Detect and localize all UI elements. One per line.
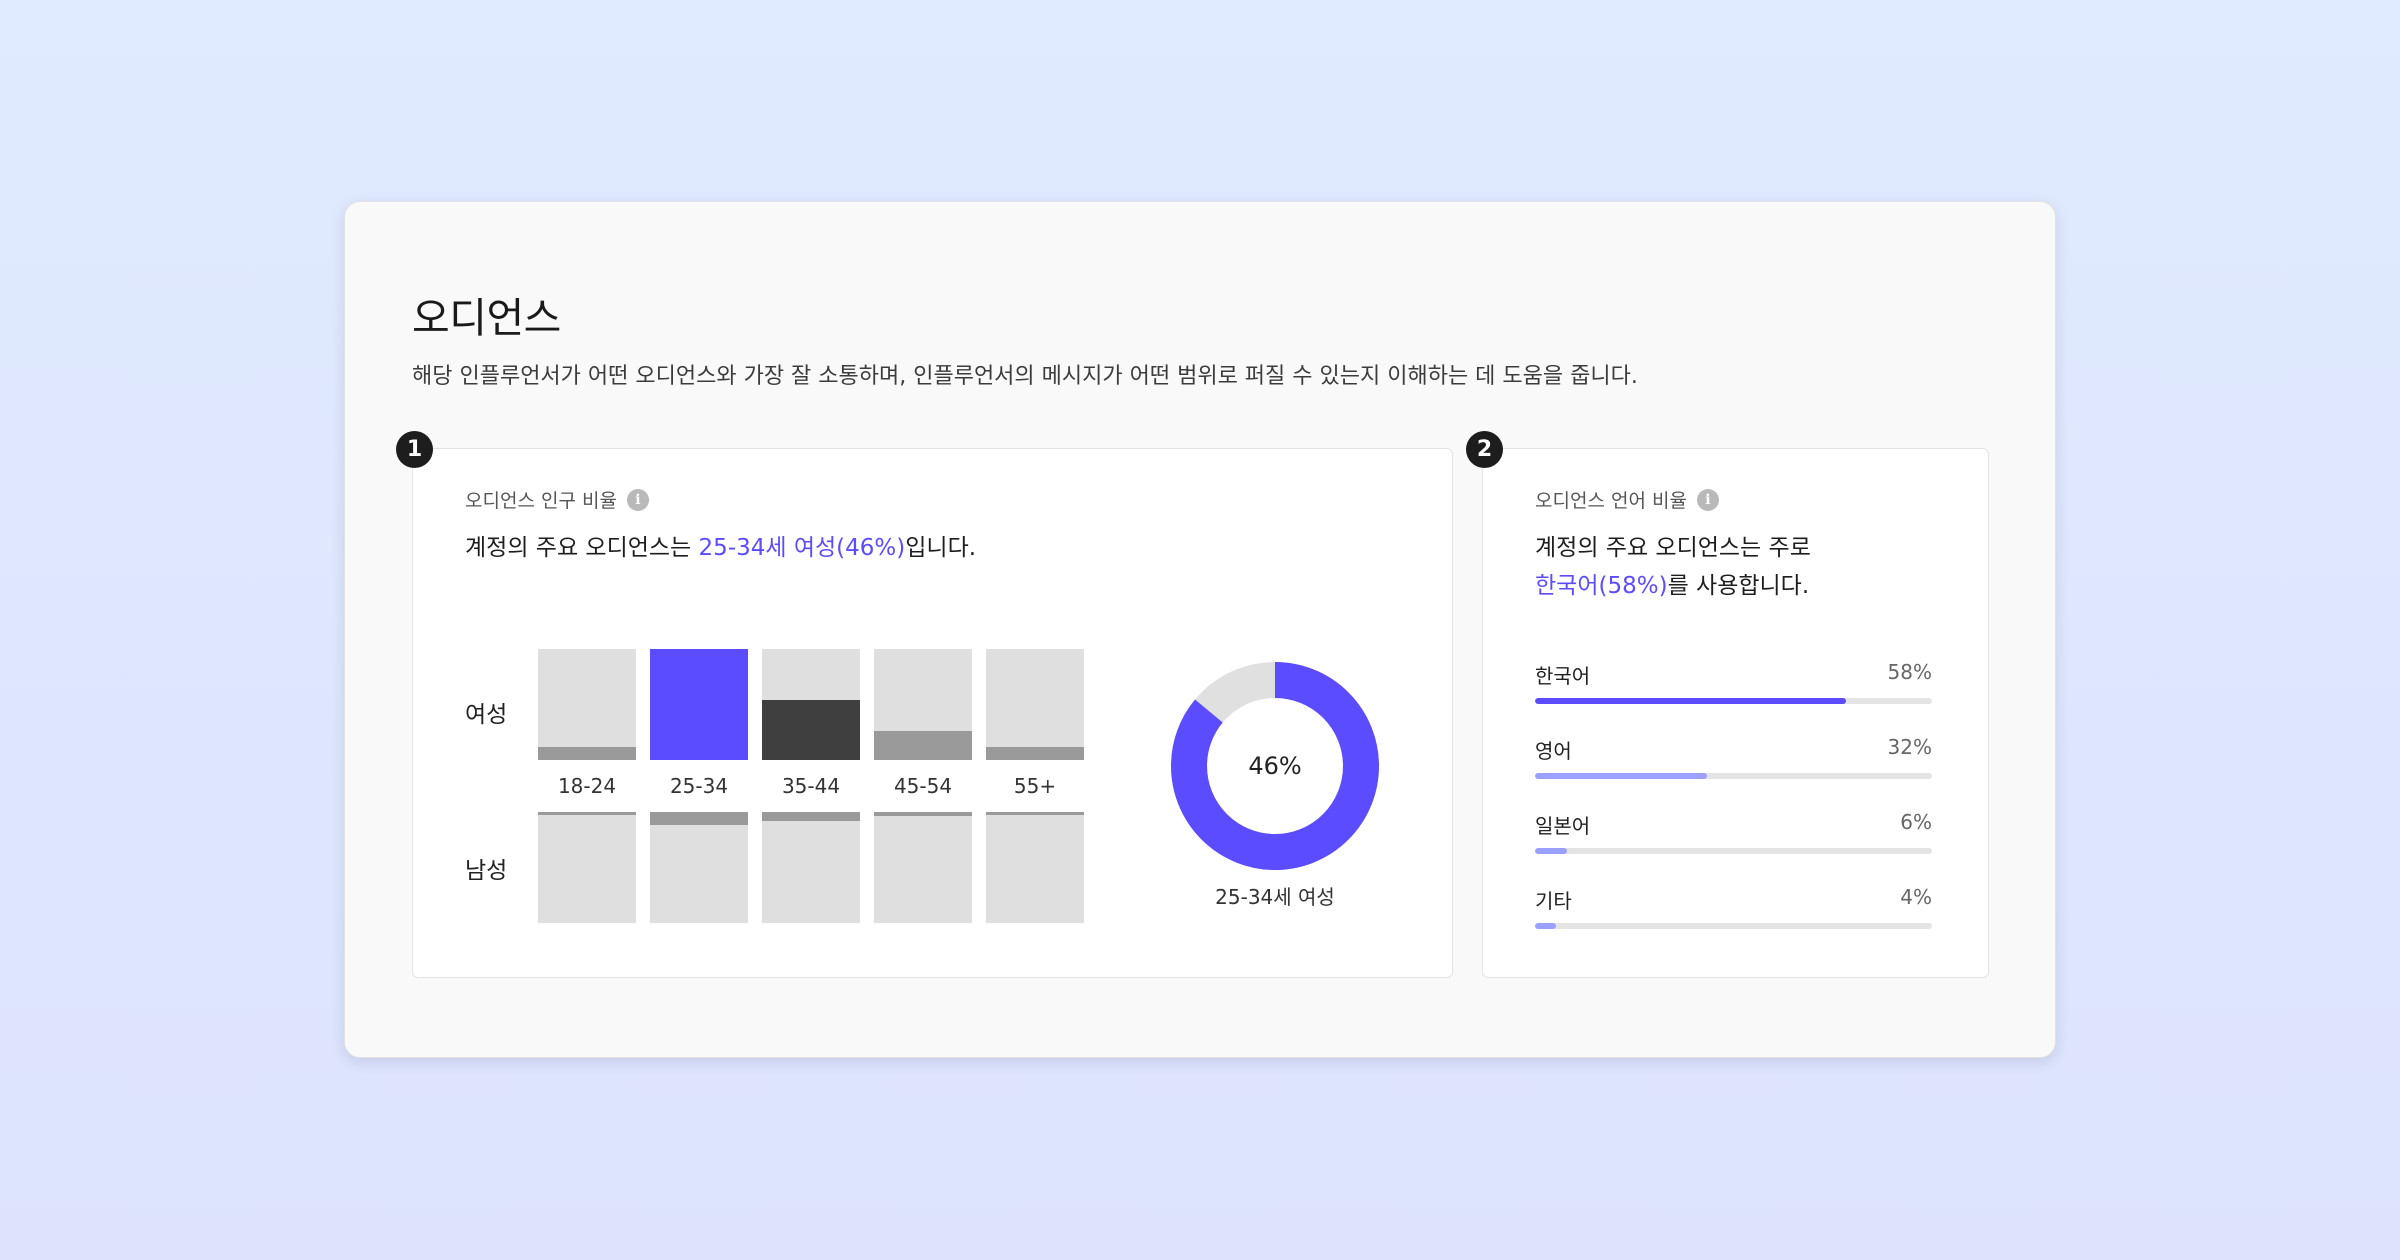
language-row-header: 기타 4% (1535, 885, 1932, 914)
male-bar-45-54[interactable] (874, 812, 972, 923)
donut-value: 46% (1248, 752, 1302, 780)
male-bar-fill (538, 812, 636, 815)
headline-suffix: 입니다. (905, 535, 977, 561)
languages-headline-line1: 계정의 주요 오디언스는 주로 (1535, 535, 1811, 561)
demographics-panel: 오디언스 인구 비율 i 계정의 주요 오디언스는 25-34세 여성(46%)… (412, 448, 1453, 978)
donut-caption: 25-34세 여성 (1215, 885, 1335, 909)
language-row: 한국어 58% (1535, 660, 1932, 704)
language-bar-track (1535, 923, 1932, 929)
language-bar-track (1535, 698, 1932, 704)
female-bar-55+[interactable] (986, 649, 1084, 760)
donut-chart: 46% (1170, 661, 1380, 871)
demographics-label-row: 오디언스 인구 비율 i (465, 486, 649, 513)
language-name: 한국어 (1535, 664, 1591, 688)
age-label: 35-44 (781, 774, 841, 798)
female-bar-fill (986, 747, 1084, 760)
age-label: 18-24 (557, 774, 617, 798)
info-icon[interactable]: i (626, 488, 649, 511)
language-row: 일본어 6% (1535, 810, 1932, 854)
female-bar-fill (650, 649, 748, 760)
female-bar-25-34[interactable] (650, 649, 748, 760)
language-percent: 32% (1887, 735, 1932, 759)
step-badge-2: 2 (1466, 431, 1503, 468)
language-row-header: 영어 32% (1535, 735, 1932, 764)
male-bar-18-24[interactable] (538, 812, 636, 923)
language-bar-track (1535, 848, 1932, 854)
language-bar-fill (1535, 923, 1557, 929)
female-bar-fill (874, 731, 972, 760)
languages-panel: 오디언스 언어 비율 i 계정의 주요 오디언스는 주로 한국어(58%)를 사… (1482, 448, 1989, 978)
female-row-label: 여성 (465, 702, 508, 728)
female-bar-fill (538, 747, 636, 760)
headline-prefix: 계정의 주요 오디언스는 (465, 535, 699, 561)
male-bar-fill (650, 812, 748, 825)
language-percent: 58% (1887, 660, 1932, 684)
language-bar-fill (1535, 698, 1846, 704)
male-bar-35-44[interactable] (762, 812, 860, 923)
language-percent: 4% (1900, 885, 1932, 909)
male-bar-fill (874, 812, 972, 816)
info-icon[interactable]: i (1696, 488, 1719, 511)
language-bar-fill (1535, 848, 1568, 854)
language-name: 일본어 (1535, 814, 1591, 838)
female-bar-45-54[interactable] (874, 649, 972, 760)
section-subtitle: 해당 인플루언서가 어떤 오디언스와 가장 잘 소통하며, 인플루언서의 메시지… (412, 364, 1638, 389)
male-row-label: 남성 (465, 858, 508, 884)
language-row-header: 한국어 58% (1535, 660, 1932, 689)
languages-label-row: 오디언스 언어 비율 i (1535, 486, 1719, 513)
male-bar-25-34[interactable] (650, 812, 748, 923)
language-percent: 6% (1900, 810, 1932, 834)
section-title: 오디언스 (412, 294, 561, 342)
step-badge-1: 1 (396, 431, 433, 468)
language-name: 영어 (1535, 739, 1572, 763)
language-name: 기타 (1535, 889, 1572, 913)
female-bar-35-44[interactable] (762, 649, 860, 760)
headline-highlight: 25-34세 여성(46%) (698, 535, 906, 561)
demographics-label: 오디언스 인구 비율 (465, 490, 617, 512)
languages-suffix: 를 사용합니다. (1667, 573, 1810, 599)
male-bar-fill (986, 812, 1084, 815)
language-bar-track (1535, 773, 1932, 779)
male-bar-fill (762, 812, 860, 821)
male-bar-55+[interactable] (986, 812, 1084, 923)
female-bar-18-24[interactable] (538, 649, 636, 760)
language-row-header: 일본어 6% (1535, 810, 1932, 839)
languages-headline-line2: 한국어(58%)를 사용합니다. (1535, 567, 1811, 605)
languages-highlight: 한국어(58%) (1535, 573, 1668, 599)
female-bar-fill (762, 700, 860, 760)
languages-headline: 계정의 주요 오디언스는 주로 한국어(58%)를 사용합니다. (1535, 529, 1811, 605)
age-label: 55+ (1013, 774, 1057, 798)
languages-label: 오디언스 언어 비율 (1535, 490, 1687, 512)
language-row: 기타 4% (1535, 885, 1932, 929)
language-bar-fill (1535, 773, 1707, 779)
age-label: 45-54 (893, 774, 953, 798)
demographics-headline: 계정의 주요 오디언스는 25-34세 여성(46%)입니다. (465, 529, 976, 567)
age-label: 25-34 (669, 774, 729, 798)
audience-card: 오디언스 해당 인플루언서가 어떤 오디언스와 가장 잘 소통하며, 인플루언서… (344, 201, 2056, 1058)
language-row: 영어 32% (1535, 735, 1932, 779)
